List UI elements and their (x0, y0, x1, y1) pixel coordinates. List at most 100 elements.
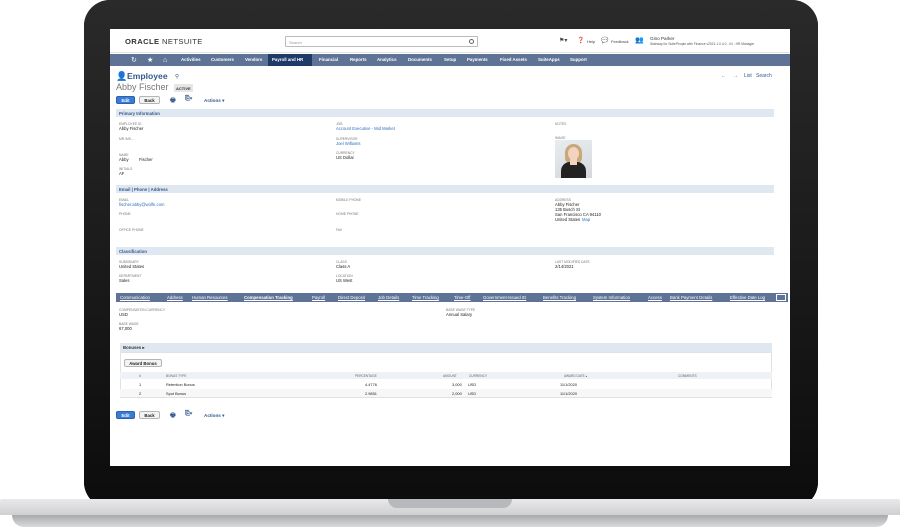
user-icon[interactable]: 👥 (635, 36, 644, 44)
print-icon[interactable]: 🖶 (170, 411, 176, 421)
award-date: 11/1/2020 (560, 381, 578, 387)
table-row[interactable]: 1 Retention Bonus 4.4776 3,000 USD 11/1/… (120, 380, 772, 388)
search-input[interactable]: Search (285, 36, 478, 47)
col-amount[interactable]: AMOUNT (443, 374, 457, 378)
tab-access[interactable]: Access (648, 295, 662, 300)
tab-system-information[interactable]: System Information (593, 295, 630, 300)
prev-record-icon[interactable]: ← (721, 73, 726, 79)
tab-direct-deposit[interactable]: Direct Deposit (338, 295, 365, 300)
nav-financial[interactable]: Financial (319, 57, 338, 62)
tab-address[interactable]: Address (167, 295, 183, 300)
copy-icon[interactable]: ⎘▾ (185, 411, 192, 418)
col-award-date[interactable]: AWARD DATE ▴ (564, 374, 587, 378)
list-link[interactable]: List (744, 73, 752, 79)
help-link[interactable]: Help (587, 39, 595, 44)
tab-time-tracking[interactable]: Time Tracking (412, 295, 439, 300)
tab-bank-payment-details[interactable]: Bank Payment Details (670, 295, 712, 300)
search-icon[interactable] (469, 39, 474, 44)
netsuite-logo[interactable]: ORACLE NETSUITE (125, 37, 203, 46)
screen: ORACLE NETSUITE Search ⚑▾ ❓ Help 💬 Feedb… (110, 29, 790, 466)
tab-job-details[interactable]: Job Details (378, 295, 399, 300)
section-classification[interactable]: Classification (116, 247, 774, 255)
back-button-bottom[interactable]: Back (139, 411, 160, 419)
bonus-amount: 2,000 (452, 390, 462, 396)
last-name-value: Fischer (139, 157, 153, 162)
tab-communication[interactable]: Communication (120, 295, 150, 300)
bonus-currency: USD (468, 390, 477, 396)
col-currency[interactable]: CURRENCY (469, 374, 487, 378)
actions-menu[interactable]: Actions ▾ (204, 98, 224, 104)
help-icon[interactable]: ❓ (577, 37, 584, 44)
bonus-amount: 3,000 (452, 381, 462, 387)
col-bonus-type[interactable]: BONUS TYPE (166, 374, 187, 378)
department-value: Sales (119, 278, 130, 283)
nav-fixed-assets[interactable]: Fixed Assets (500, 57, 527, 62)
nav-support[interactable]: Support (570, 57, 587, 62)
section-email-phone-address[interactable]: Email | Phone | Address (116, 185, 774, 193)
col-comments[interactable]: COMMENTS (678, 374, 697, 378)
award-bonus-button[interactable]: Award Bonus (124, 359, 162, 367)
email-link[interactable]: fischer.abby@wolfe.com (119, 202, 164, 207)
user-role[interactable]: Stairway for SuitePeople with Finance v2… (650, 42, 754, 46)
recent-records-icon[interactable]: ⚑▾ (559, 37, 567, 44)
recent-icon[interactable]: ↻ (131, 56, 137, 65)
search-link[interactable]: Search (756, 73, 772, 79)
home-phone-label: HOME PHONE (336, 212, 359, 216)
map-link[interactable]: Map (582, 217, 590, 222)
supervisor-link[interactable]: Joel Williams (336, 141, 360, 146)
expand-tabs-icon[interactable] (776, 294, 786, 301)
nav-setup[interactable]: Setup (444, 57, 456, 62)
bonus-percentage: 4.4776 (365, 381, 377, 387)
nav-customers[interactable]: Customers (211, 57, 234, 62)
phone-label: PHONE (119, 212, 131, 216)
col-number[interactable]: # (139, 374, 141, 378)
last-modified-value: 2/14/2021 (555, 264, 574, 269)
job-link[interactable]: Account Executive - Mid Market (336, 126, 395, 131)
tab-time-off[interactable]: Time-Off (454, 295, 470, 300)
nav-payroll-and-hr[interactable]: Payroll and HR (272, 57, 303, 62)
record-search-icon[interactable]: ⚲ (175, 74, 179, 80)
tab-human-resources[interactable]: Human Resources (192, 295, 228, 300)
fax-label: FAX (336, 228, 343, 232)
bonus-type: Spot Bonus (166, 390, 187, 396)
col-percentage[interactable]: PERCENTAGE (355, 374, 377, 378)
nav-documents[interactable]: Documents (408, 57, 432, 62)
user-name[interactable]: Gino Parker (650, 36, 675, 41)
nav-reports[interactable]: Reports (350, 57, 367, 62)
bonus-currency: USD (468, 381, 477, 387)
tab-payroll[interactable]: Payroll (312, 295, 325, 300)
tab-effective-date-log[interactable]: Effective Date Log (730, 295, 765, 300)
nav-vendors[interactable]: Vendors (245, 57, 262, 62)
favorites-icon[interactable]: ★ (147, 56, 153, 65)
home-icon[interactable]: ⌂ (163, 56, 167, 65)
bonus-percentage: 2.9851 (365, 390, 377, 396)
edit-button[interactable]: Edit (116, 96, 135, 104)
row-number: 1 (139, 381, 142, 387)
actions-menu-bottom[interactable]: Actions ▾ (204, 413, 224, 419)
next-record-icon[interactable]: → (733, 73, 738, 79)
comp-currency-value: USD (119, 312, 128, 317)
mr-ms-label: MR./MS... (119, 137, 134, 141)
nav-suiteapps[interactable]: SuiteApps (538, 57, 560, 62)
nav-activities[interactable]: Activities (181, 57, 201, 62)
tab-benefits-tracking[interactable]: Benefits Tracking (543, 295, 576, 300)
bonuses-header[interactable]: Bonuses ▸ (120, 343, 772, 352)
edit-button-bottom[interactable]: Edit (116, 411, 135, 419)
status-badge: ACTIVE (174, 84, 193, 92)
table-row[interactable]: 2 Spot Bonus 2.9851 2,000 USD 11/1/2020 (120, 389, 772, 397)
employee-id-value: Abby Fischer (119, 126, 144, 131)
address-country: United States (555, 217, 581, 222)
section-primary-information[interactable]: Primary Information (116, 109, 774, 117)
feedback-icon[interactable]: 💬 (601, 37, 608, 44)
copy-icon[interactable]: ⎘▾ (185, 96, 192, 103)
print-icon[interactable]: 🖶 (170, 96, 176, 106)
nav-analytics[interactable]: Analytics (377, 57, 397, 62)
tab-government-issued-id[interactable]: Government-Issued ID (483, 295, 526, 300)
row-number: 2 (139, 390, 142, 396)
feedback-link[interactable]: Feedback (611, 39, 629, 44)
nav-payments[interactable]: Payments (467, 57, 488, 62)
back-button[interactable]: Back (139, 96, 160, 104)
subtab-bar: Communication Address Human Resources Co… (116, 293, 788, 302)
top-bar: ORACLE NETSUITE Search ⚑▾ ❓ Help 💬 Feedb… (110, 29, 790, 53)
tab-compensation-tracking[interactable]: Compensation Tracking (244, 295, 293, 300)
